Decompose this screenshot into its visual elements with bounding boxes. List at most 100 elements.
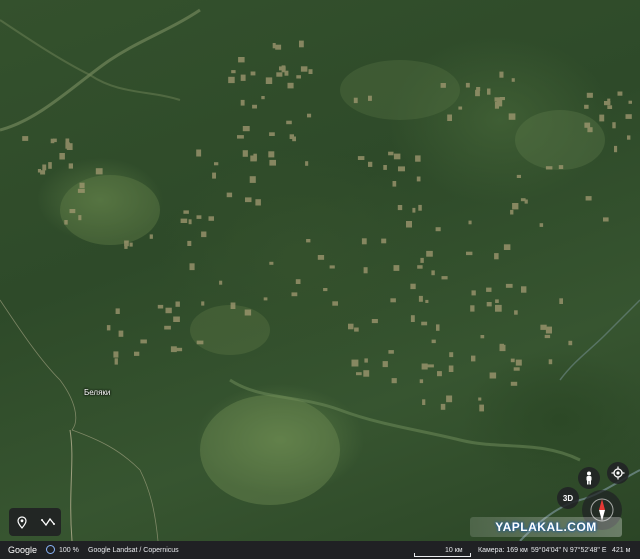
- clearing: [410, 315, 415, 322]
- clearing: [421, 363, 428, 370]
- clearing: [499, 344, 506, 352]
- elevation: 421 м: [612, 546, 631, 554]
- clearing: [354, 327, 359, 332]
- clearing: [479, 404, 484, 412]
- clearing: [357, 156, 365, 160]
- clearing: [306, 239, 311, 243]
- clearing: [22, 136, 29, 141]
- clearing: [157, 304, 164, 309]
- clearing: [50, 138, 55, 144]
- clearing: [418, 295, 423, 302]
- clearing: [214, 162, 219, 166]
- clearing: [436, 324, 440, 331]
- clearing: [607, 105, 613, 109]
- clearing: [183, 210, 189, 214]
- clearing: [584, 122, 591, 128]
- watermark: YAPLAKAL.COM: [470, 517, 622, 537]
- clearing: [584, 104, 589, 109]
- google-logo: Google: [8, 545, 38, 555]
- add-path-tool[interactable]: [38, 512, 58, 532]
- clearing: [465, 82, 470, 88]
- clearing: [381, 238, 387, 244]
- clearing: [486, 287, 492, 292]
- data-attribution[interactable]: Google Landsat / Copernicus: [88, 547, 179, 554]
- clearing: [545, 326, 552, 334]
- clearing: [487, 88, 491, 95]
- clearing: [512, 203, 519, 210]
- clearing: [388, 151, 394, 156]
- clearing: [307, 113, 312, 118]
- camera-altitude: Камера: 169 км: [478, 546, 528, 554]
- clearing: [508, 113, 516, 120]
- clearing: [441, 276, 448, 280]
- road: [71, 429, 159, 541]
- clearing: [568, 340, 573, 346]
- clearing: [382, 361, 388, 368]
- clearing: [471, 355, 476, 362]
- clearing: [586, 92, 593, 98]
- clearing: [287, 82, 294, 89]
- clearing: [496, 99, 503, 107]
- light-patch: [340, 60, 460, 120]
- add-place-tool[interactable]: [12, 512, 32, 532]
- clearing: [393, 153, 401, 160]
- clearing: [37, 169, 41, 173]
- clearing: [510, 358, 515, 363]
- clearing: [539, 223, 544, 227]
- clearing: [124, 245, 128, 249]
- clearing: [250, 71, 256, 76]
- clearing: [95, 168, 103, 175]
- clearing: [486, 302, 492, 307]
- clearing: [545, 166, 553, 170]
- clearing: [421, 321, 428, 326]
- clearing: [188, 219, 192, 225]
- clearing: [118, 330, 124, 337]
- clearing: [412, 207, 416, 213]
- place-label[interactable]: Беляки: [84, 388, 110, 397]
- clearing: [431, 339, 436, 344]
- clearing: [495, 299, 499, 303]
- clearing: [305, 161, 309, 166]
- satellite-map[interactable]: Беляки: [0, 0, 640, 541]
- clearing: [65, 142, 70, 149]
- clearing: [383, 165, 387, 170]
- clearing: [447, 114, 452, 121]
- scale-bar: [414, 553, 471, 557]
- clearing: [129, 242, 133, 247]
- clearing: [173, 316, 180, 322]
- clearing: [272, 43, 276, 49]
- clearing: [478, 397, 482, 401]
- clearing: [300, 66, 308, 72]
- clearing: [398, 166, 405, 172]
- clearing: [175, 301, 180, 307]
- clearing: [196, 340, 204, 345]
- clearing: [252, 104, 257, 109]
- clearing: [170, 346, 177, 353]
- clearing: [489, 372, 497, 379]
- clearing: [238, 57, 245, 63]
- clearing: [420, 257, 424, 263]
- clearing: [244, 309, 252, 316]
- my-location-icon: [611, 466, 625, 480]
- clearing: [363, 267, 368, 274]
- clearing: [435, 227, 441, 232]
- clearing: [499, 71, 504, 78]
- clearing: [422, 399, 426, 405]
- clearing: [255, 199, 261, 206]
- clearing: [558, 165, 564, 169]
- clearing: [77, 188, 85, 193]
- clearing: [299, 40, 304, 48]
- my-location-button[interactable]: [607, 462, 629, 484]
- clearing: [265, 77, 273, 84]
- clearing: [612, 122, 616, 129]
- street-view-button[interactable]: [578, 467, 600, 489]
- loading-icon: [46, 545, 55, 554]
- three-d-toggle[interactable]: 3D: [557, 487, 579, 509]
- clearing: [201, 231, 207, 238]
- clearing: [628, 100, 632, 104]
- clearing: [329, 265, 335, 269]
- clearing: [440, 83, 446, 88]
- river: [559, 299, 640, 381]
- clearing: [617, 91, 623, 96]
- clearing: [540, 324, 547, 330]
